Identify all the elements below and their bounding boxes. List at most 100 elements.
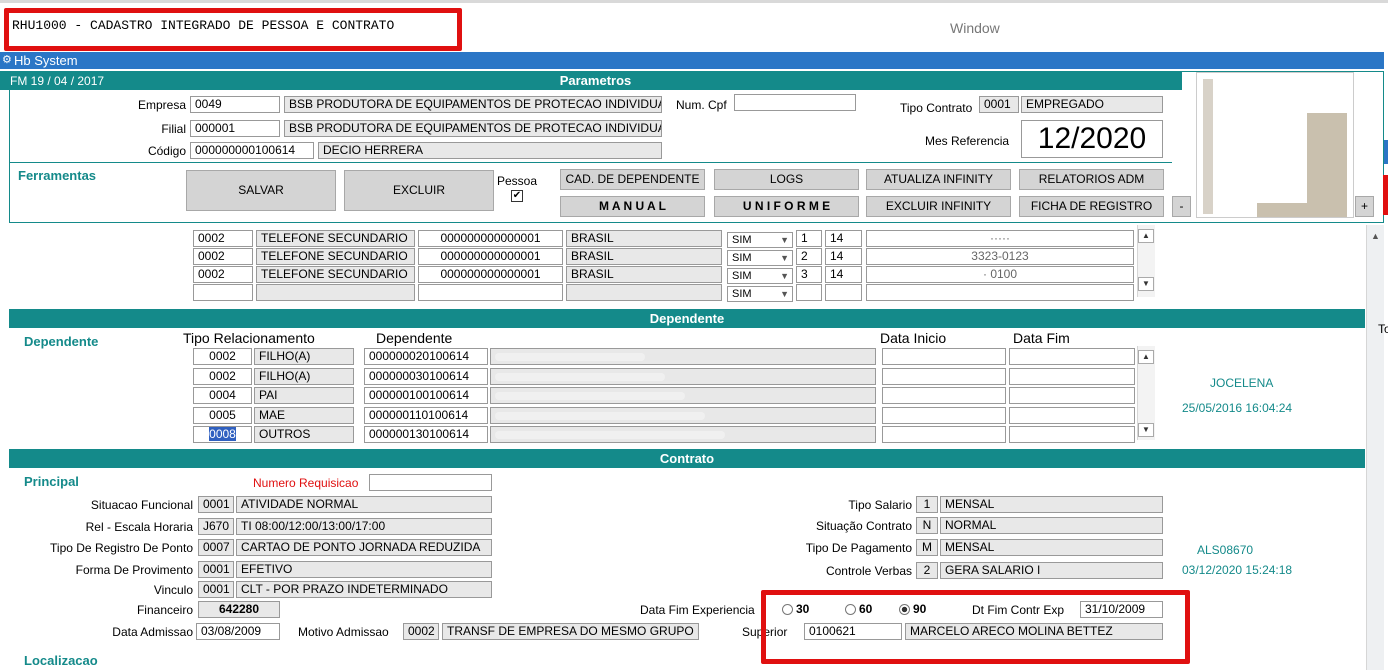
phone-seq[interactable]: 3	[796, 266, 822, 283]
uniforme-button[interactable]: U N I F O R M E	[714, 196, 859, 217]
data-admissao-input[interactable]: 03/08/2009	[196, 623, 280, 640]
codigo-name-field: DECIO HERRERA	[318, 142, 662, 159]
phone-number[interactable]: · 0100	[866, 266, 1134, 283]
empresa-code-input[interactable]: 0049	[190, 96, 280, 113]
phone-doc[interactable]	[418, 284, 563, 301]
dependente-name	[490, 367, 876, 385]
logs-button[interactable]: LOGS	[714, 169, 859, 190]
atualiza-infinity-button[interactable]: ATUALIZA INFINITY	[866, 169, 1011, 190]
phone-ddd[interactable]: 14	[825, 230, 862, 247]
dependente-code[interactable]: 0008	[193, 426, 252, 443]
redacted-name	[495, 411, 705, 420]
phone-sim-select[interactable]: SIM ▼	[727, 268, 793, 284]
contrato-header: Contrato	[9, 449, 1365, 468]
data-fim-experiencia-label: Data Fim Experiencia	[640, 603, 755, 617]
phones-scroll-down[interactable]: ▼	[1138, 277, 1154, 291]
dependente-data-fim[interactable]	[1009, 348, 1135, 365]
dependente-id[interactable]: 000000020100614	[364, 348, 488, 365]
controle-verbas-name: GERA SALARIO I	[940, 562, 1163, 579]
dependente-id[interactable]: 000000130100614	[364, 426, 488, 443]
vinculo-code[interactable]: 0001	[198, 581, 234, 598]
contrato-datetime: 03/12/2020 15:24:18	[1182, 563, 1293, 577]
empresa-label: Empresa	[137, 98, 186, 112]
dependente-data-fim[interactable]	[1009, 406, 1135, 424]
ficha-registro-button[interactable]: FICHA DE REGISTRO	[1019, 196, 1164, 217]
phone-code[interactable]: 0002	[193, 230, 253, 247]
dependente-data-inicio[interactable]	[882, 406, 1006, 424]
phone-type: TELEFONE SECUNDARIO	[256, 266, 415, 283]
phone-ddd[interactable]: 14	[825, 248, 862, 265]
excluir-button[interactable]: EXCLUIR	[344, 170, 494, 211]
dependente-label: Dependente	[24, 334, 99, 349]
numero-requisicao-input[interactable]	[369, 474, 492, 491]
phone-ddd[interactable]	[825, 284, 862, 301]
dependente-data-fim[interactable]	[1009, 367, 1135, 385]
cad-dependente-button[interactable]: CAD. DE DEPENDENTE	[560, 169, 705, 190]
dependente-code[interactable]: 0004	[193, 387, 252, 404]
chevron-down-icon: ▼	[780, 235, 789, 245]
salvar-button[interactable]: SALVAR	[186, 170, 336, 211]
dependente-name	[490, 348, 876, 365]
dependente-scroll-up[interactable]: ▲	[1138, 350, 1154, 364]
situacao-funcional-code[interactable]: 0001	[198, 496, 234, 513]
phones-scroll-up[interactable]: ▲	[1138, 229, 1154, 243]
dependente-code[interactable]: 0002	[193, 367, 252, 385]
dependente-data-inicio[interactable]	[882, 426, 1006, 443]
main-scrollbar[interactable]: ▲	[1366, 225, 1384, 670]
phone-doc[interactable]: 000000000000001	[418, 266, 563, 283]
relatorios-adm-button[interactable]: RELATORIOS ADM	[1019, 169, 1164, 190]
phone-code[interactable]: 0002	[193, 248, 253, 265]
financeiro-field[interactable]: 642280	[198, 601, 280, 618]
phone-doc[interactable]: 000000000000001	[418, 230, 563, 247]
mes-referencia-input[interactable]: 12/2020	[1021, 120, 1163, 158]
dependente-data-fim[interactable]	[1009, 426, 1135, 443]
dependente-scroll-down[interactable]: ▼	[1138, 423, 1154, 437]
dependente-data-inicio[interactable]	[882, 387, 1006, 404]
motivo-admissao-code[interactable]: 0002	[403, 623, 439, 640]
phone-number[interactable]: 3323-0123	[866, 248, 1134, 265]
dependente-data-inicio[interactable]	[882, 367, 1006, 385]
dependente-relacionamento: OUTROS	[254, 426, 354, 443]
phone-sim-select[interactable]: SIM ▼	[727, 286, 793, 302]
situacao-contrato-code[interactable]: N	[916, 517, 938, 534]
registro-ponto-code[interactable]: 0007	[198, 539, 234, 556]
highlight-superior	[761, 590, 1190, 664]
parametros-header: Parametros	[9, 71, 1182, 90]
tipo-salario-code[interactable]: 1	[916, 496, 938, 513]
phone-code[interactable]	[193, 284, 253, 301]
codigo-input[interactable]: 000000000100614	[190, 142, 314, 159]
phone-seq[interactable]: 2	[796, 248, 822, 265]
phone-seq[interactable]	[796, 284, 822, 301]
phone-sim-select[interactable]: SIM ▼	[727, 232, 793, 248]
dependente-data-inicio[interactable]	[882, 348, 1006, 365]
filial-code-input[interactable]: 000001	[190, 120, 280, 137]
tipo-pagamento-code[interactable]: M	[916, 539, 938, 556]
phone-doc[interactable]: 000000000000001	[418, 248, 563, 265]
phone-ddd[interactable]: 14	[825, 266, 862, 283]
dependente-id[interactable]: 000000100100614	[364, 387, 488, 404]
cpf-input[interactable]	[734, 94, 856, 111]
phone-number[interactable]	[866, 284, 1134, 301]
phone-sim-select[interactable]: SIM ▼	[727, 250, 793, 266]
excluir-infinity-button[interactable]: EXCLUIR INFINITY	[866, 196, 1011, 217]
photo-minus-button[interactable]: -	[1172, 196, 1191, 217]
controle-verbas-code[interactable]: 2	[916, 562, 938, 579]
dependente-code[interactable]: 0005	[193, 406, 252, 424]
empresa-name-field: BSB PRODUTORA DE EQUIPAMENTOS DE PROTECA…	[284, 96, 662, 113]
manual-button[interactable]: M A N U A L	[560, 196, 705, 217]
tipo-contrato-code[interactable]: 0001	[979, 96, 1019, 113]
escala-horaria-code[interactable]: J670	[198, 518, 234, 535]
financeiro-label: Financeiro	[136, 603, 193, 617]
dependente-id[interactable]: 000000030100614	[364, 367, 488, 385]
photo-plus-button[interactable]: +	[1355, 196, 1374, 217]
dependente-name	[490, 426, 876, 443]
dependente-code[interactable]: 0002	[193, 348, 252, 365]
forma-provimento-code[interactable]: 0001	[198, 561, 234, 578]
dependente-id[interactable]: 000000110100614	[364, 406, 488, 424]
phone-seq[interactable]: 1	[796, 230, 822, 247]
phone-number[interactable]: ·····	[866, 230, 1134, 247]
phone-code[interactable]: 0002	[193, 266, 253, 283]
dependente-data-fim[interactable]	[1009, 387, 1135, 404]
situacao-contrato-name: NORMAL	[940, 517, 1163, 534]
pessoa-checkbox[interactable]: ✔	[511, 190, 523, 202]
